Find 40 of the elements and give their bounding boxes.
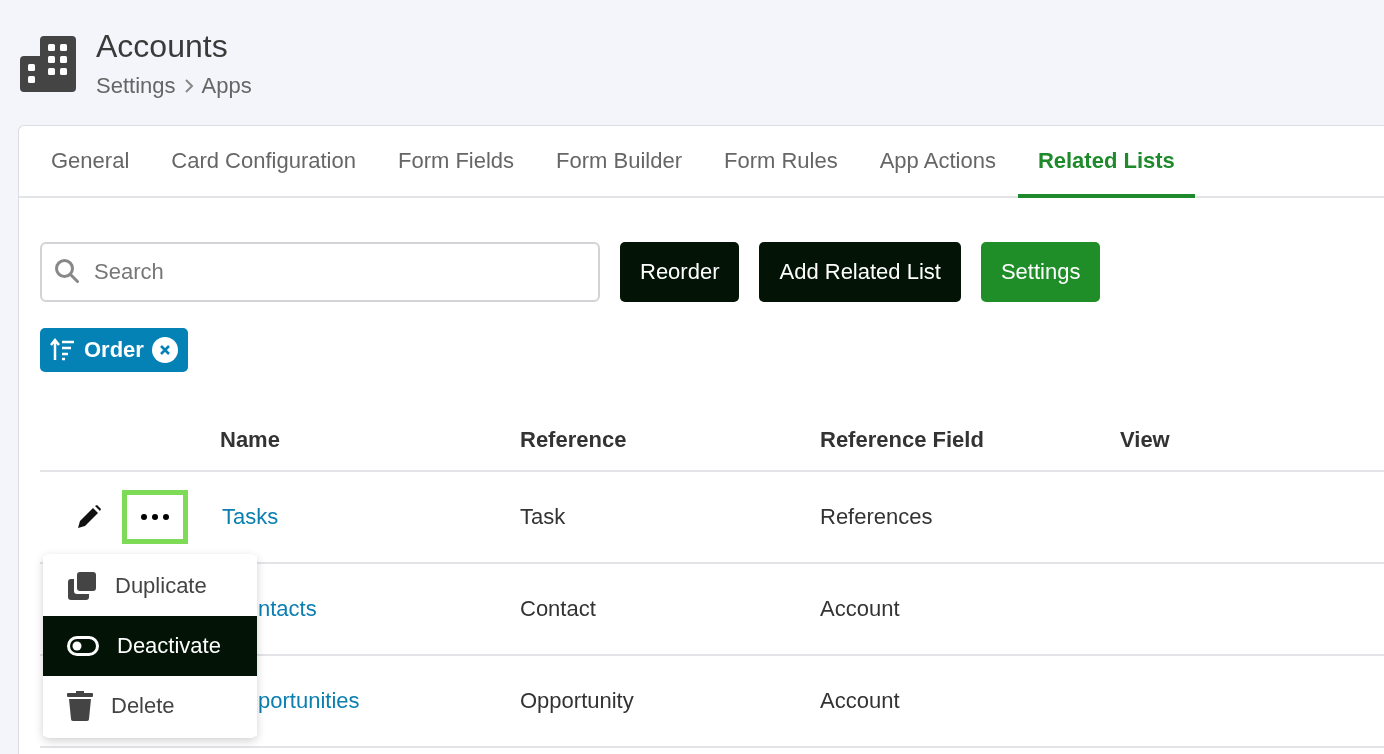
tab[interactable]: Form Builder	[536, 126, 702, 198]
menu-item[interactable]: Deactivate	[43, 616, 257, 676]
remove-icon[interactable]	[151, 337, 178, 363]
tab[interactable]: Form Fields	[377, 126, 535, 198]
more-button[interactable]	[122, 490, 188, 544]
more-icon	[141, 514, 169, 520]
breadcrumb-item[interactable]: Settings	[96, 73, 176, 99]
page-title: Accounts	[96, 28, 229, 65]
breadcrumb-item[interactable]: Apps	[201, 73, 252, 99]
related-list-link[interactable]: Tasks	[220, 504, 279, 529]
toolbar-button[interactable]: Settings	[980, 242, 1101, 302]
toolbar-button[interactable]: Add Related List	[759, 242, 961, 302]
table-cell-text: References	[820, 504, 934, 530]
tab[interactable]: Related Lists	[1017, 126, 1195, 198]
tab[interactable]: Form Rules	[704, 126, 858, 198]
menu-item[interactable]: Duplicate	[43, 556, 257, 616]
table-cell-text: Account	[820, 596, 901, 622]
toolbar-button[interactable]: Reorder	[620, 242, 740, 302]
pencil-icon[interactable]	[76, 504, 102, 530]
table-cell-text: Contact	[520, 596, 597, 622]
table-cell-text: Task	[520, 504, 567, 530]
building-icon	[20, 35, 76, 92]
menu-item[interactable]: Delete	[43, 676, 257, 736]
chevron-right-icon	[183, 78, 194, 94]
column-header: Name	[220, 427, 281, 453]
column-header: Reference	[520, 427, 628, 453]
copy-icon	[67, 571, 97, 601]
trash-icon	[67, 691, 93, 721]
tab[interactable]: General	[31, 126, 150, 198]
search-field[interactable]: Search	[40, 242, 600, 302]
sort-icon	[50, 338, 76, 362]
tab[interactable]: App Actions	[859, 126, 1016, 198]
chip-label: Order	[84, 337, 144, 363]
toggle-icon	[67, 636, 99, 656]
column-header: Reference Field	[820, 427, 985, 453]
table-cell-text: Account	[820, 688, 901, 714]
tab[interactable]: Card Configuration	[151, 126, 376, 198]
table-cell-text: Opportunity	[520, 688, 635, 714]
sort-chip[interactable]: Order	[40, 328, 188, 372]
column-header: View	[1120, 427, 1171, 453]
